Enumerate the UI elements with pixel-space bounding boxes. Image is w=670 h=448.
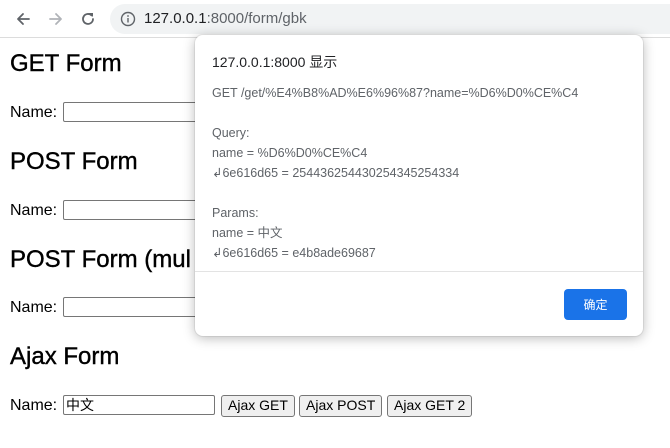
ajax-post-button[interactable]: Ajax POST — [299, 395, 383, 417]
dialog-line: ↲6e616d65 = 254436254430254345254334 — [212, 166, 460, 180]
ajax-get-button[interactable]: Ajax GET — [221, 395, 295, 417]
name-label: Name: — [10, 299, 58, 316]
ajax-get-2-button[interactable]: Ajax GET 2 — [387, 395, 473, 417]
form-title-get: GET Form — [10, 50, 122, 77]
dialog-message: GET /get/%E4%B8%AD%E6%96%87?name=%D6%D0%… — [212, 83, 578, 263]
ajax-form-row: Name: 中文 Ajax GET Ajax POST Ajax GET 2 — [10, 395, 480, 417]
dialog-divider — [195, 271, 643, 272]
url-host: 127.0.0.1 — [144, 10, 207, 27]
info-icon[interactable] — [120, 11, 136, 27]
dialog-title: 127.0.0.1:8000 显示 — [212, 54, 338, 70]
reload-button[interactable] — [77, 8, 99, 30]
url-text[interactable]: 127.0.0.1:8000/form/gbk — [144, 10, 307, 28]
post-multipart-name-input[interactable] — [63, 297, 215, 317]
name-label: Name: — [10, 202, 58, 219]
form-title-post: POST Form — [10, 148, 138, 175]
ok-button[interactable]: 确定 — [564, 289, 627, 320]
name-label: Name: — [10, 397, 58, 414]
post-name-input[interactable] — [63, 200, 215, 220]
dialog-line — [212, 183, 578, 203]
url-path: :8000/form/gbk — [206, 10, 307, 27]
dialog-line: GET /get/%E4%B8%AD%E6%96%87?name=%D6%D0%… — [212, 86, 579, 100]
back-button[interactable] — [12, 8, 34, 30]
dialog-line — [212, 103, 578, 123]
forward-button[interactable] — [45, 8, 67, 30]
alert-dialog: 127.0.0.1:8000 显示 GET /get/%E4%B8%AD%E6%… — [195, 35, 643, 336]
dialog-line: ↲6e616d65 = e4b8ade69687 — [212, 246, 376, 260]
address-bar[interactable]: 127.0.0.1:8000/form/gbk — [110, 4, 670, 34]
form-title-ajax: Ajax Form — [10, 343, 120, 370]
ajax-name-input[interactable]: 中文 — [63, 395, 215, 415]
dialog-line: name = 中文 — [212, 226, 283, 240]
dialog-line: name = %D6%D0%CE%C4 — [212, 146, 368, 160]
arrow-right-icon — [49, 13, 62, 25]
dialog-line: Query: — [212, 126, 250, 140]
arrow-left-icon — [17, 13, 30, 25]
browser-toolbar: 127.0.0.1:8000/form/gbk — [0, 0, 670, 38]
dialog-line: Params: — [212, 206, 259, 220]
get-name-input[interactable] — [63, 102, 215, 122]
name-label: Name: — [10, 104, 58, 121]
reload-icon — [82, 13, 94, 25]
form-title-post-multipart: POST Form (mul — [10, 246, 191, 273]
